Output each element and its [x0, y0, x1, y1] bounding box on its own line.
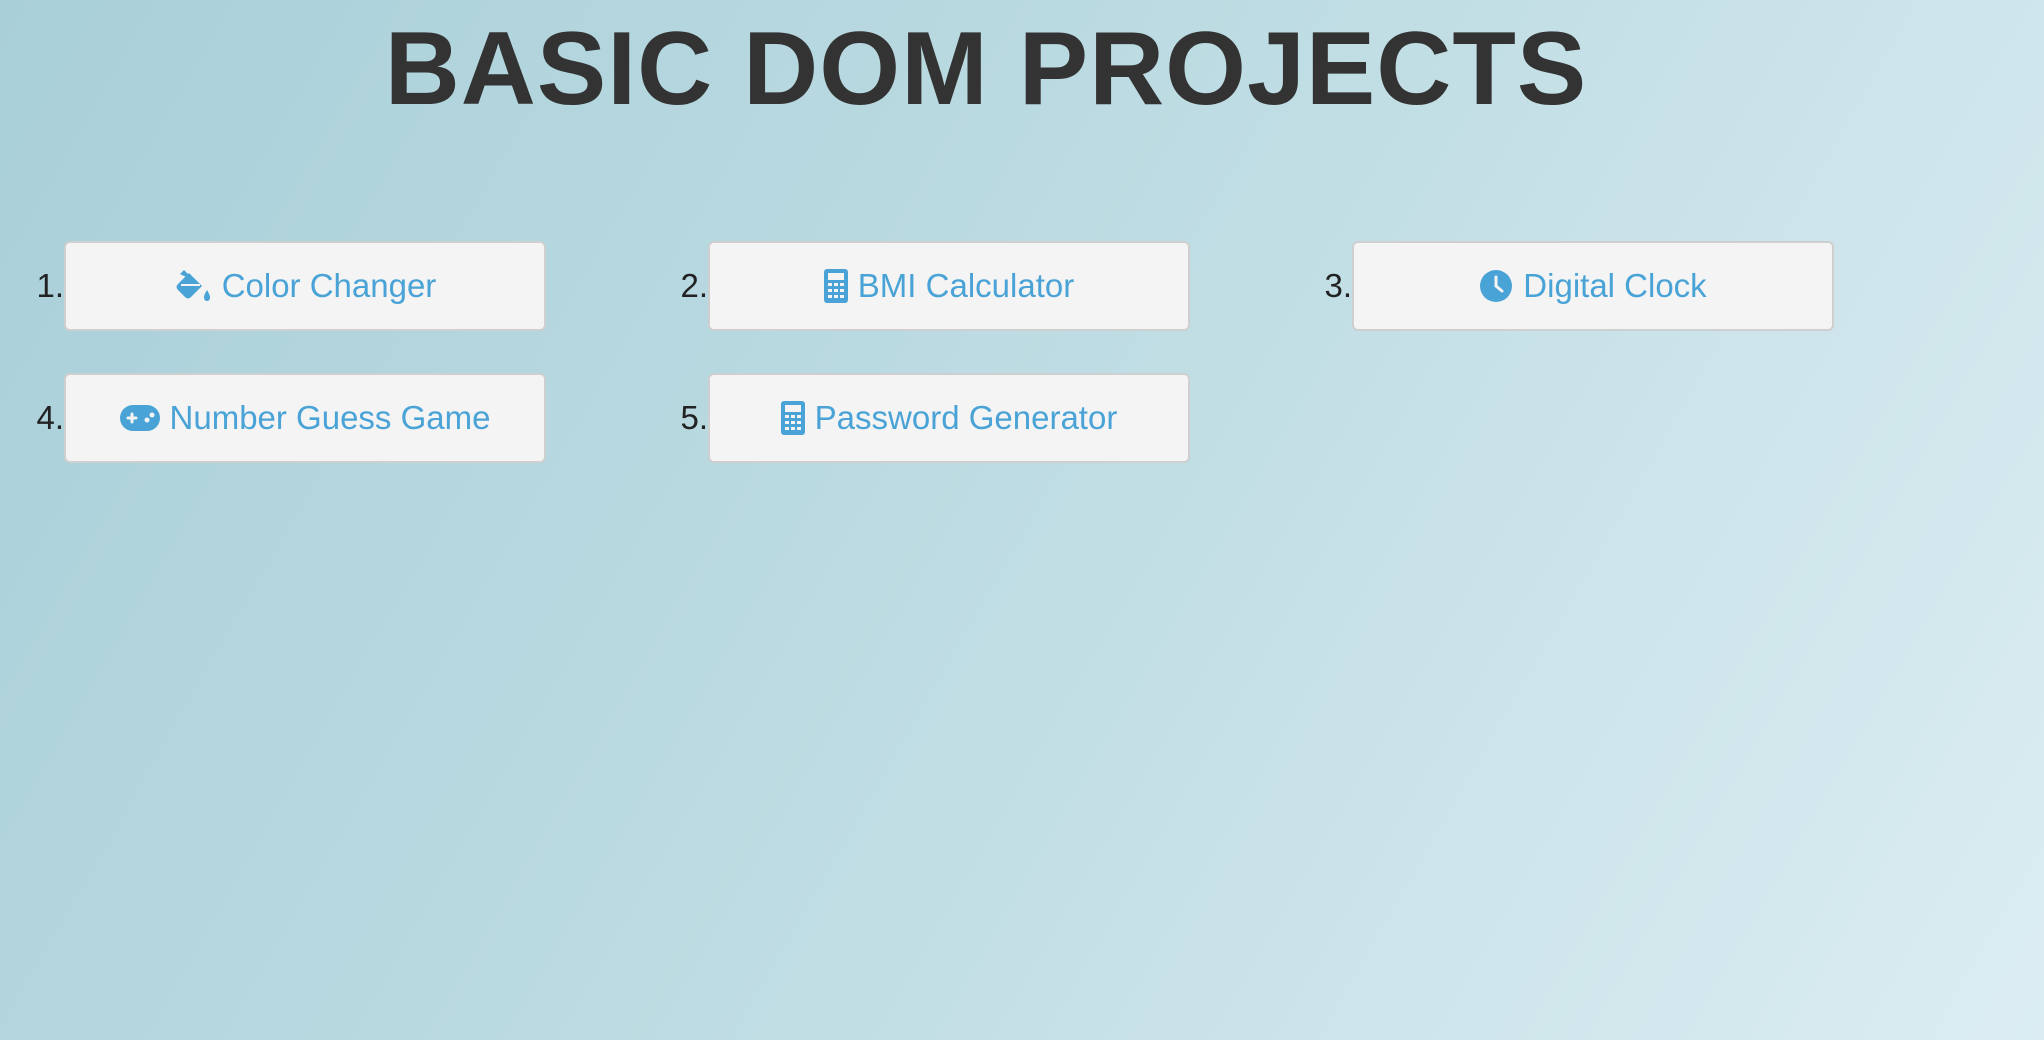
list-item-color-changer: 1. Color Changer [0, 241, 546, 331]
color-changer-button[interactable]: Color Changer [64, 241, 546, 331]
button-label: BMI Calculator [857, 267, 1075, 304]
gamepad-icon [119, 405, 160, 431]
button-label: Number Guess Game [169, 399, 491, 436]
item-number: 4. [36, 399, 64, 436]
bmi-calculator-button[interactable]: BMI Calculator [708, 241, 1190, 331]
page-title: BASIC DOM PROJECTS [384, 11, 1588, 127]
calculator-icon [823, 269, 848, 303]
button-label: Digital Clock [1523, 267, 1707, 304]
list-item-bmi-calculator: 2. BMI Calculator [608, 241, 1190, 331]
button-label: Password Generator [814, 399, 1118, 436]
list-item-digital-clock: 3. Digital Clock [1252, 241, 1834, 331]
item-number: 1. [36, 267, 64, 304]
password-generator-button[interactable]: Password Generator [708, 373, 1190, 463]
digital-clock-button[interactable]: Digital Clock [1352, 241, 1834, 331]
item-number: 5. [680, 399, 708, 436]
item-number: 2. [680, 267, 708, 304]
number-guess-game-button[interactable]: Number Guess Game [64, 373, 546, 463]
list-item-password-generator: 5. Password Generator [608, 373, 1190, 463]
calculator-icon [780, 401, 805, 435]
clock-icon [1479, 269, 1513, 303]
list-item-number-guess-game: 4. Number Guess Game [0, 373, 546, 463]
paint-bucket-icon [174, 268, 212, 304]
button-label: Color Changer [221, 267, 437, 304]
item-number: 3. [1324, 267, 1352, 304]
